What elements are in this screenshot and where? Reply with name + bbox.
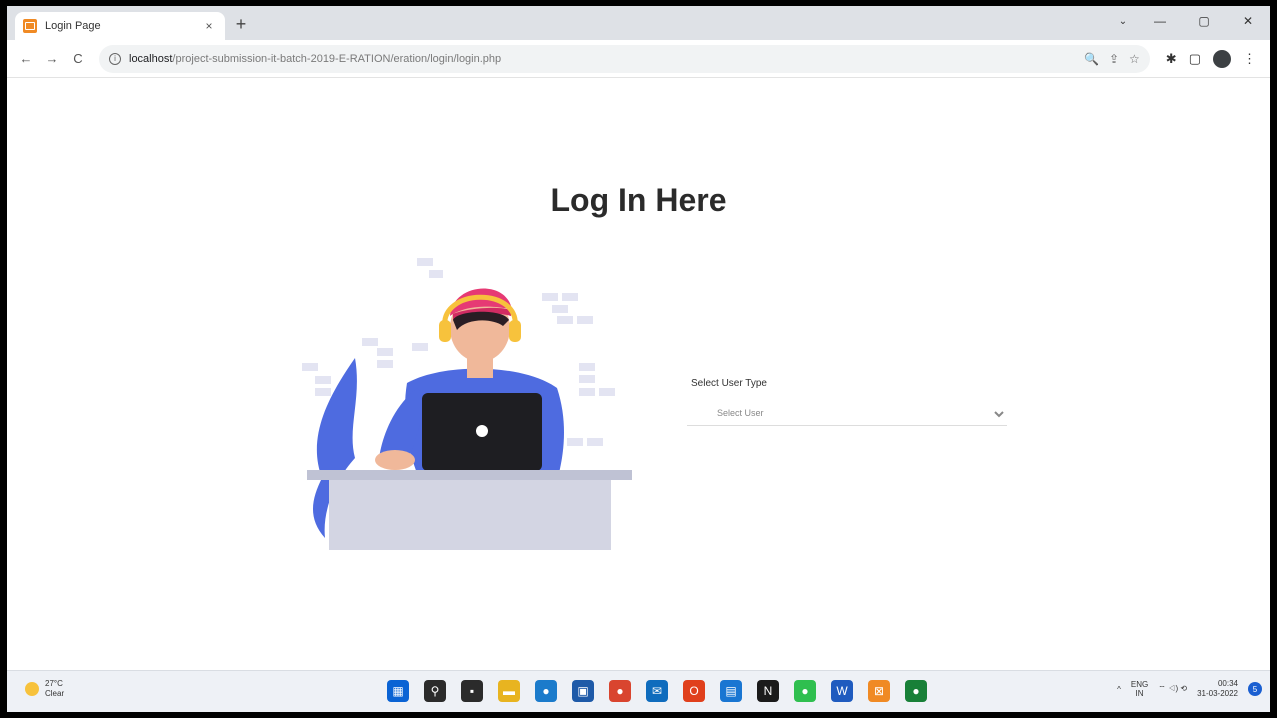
page-title: Log In Here (550, 182, 727, 218)
system-tray: ^ ENG IN ⌔ ◁) ⟲ 00:34 31-03-2022 5 (1117, 679, 1262, 699)
taskbar-store-icon[interactable]: ▣ (572, 680, 594, 702)
login-form: Select User Type Select User (687, 378, 1027, 426)
maximize-button[interactable]: ▢ (1182, 6, 1226, 36)
taskbar-mail-icon[interactable]: ✉ (646, 680, 668, 702)
weather-temperature: 27°C (45, 679, 63, 688)
taskbar-edge-icon[interactable]: ● (535, 680, 557, 702)
profile-avatar-icon[interactable] (1213, 49, 1231, 68)
browser-toolbar: ← → C i localhost/project-submission-it-… (7, 40, 1270, 78)
taskbar-word-icon[interactable]: W (831, 680, 853, 702)
extensions-puzzle-icon[interactable]: ✱ (1166, 51, 1177, 67)
zoom-icon[interactable]: 🔍 (1084, 52, 1099, 66)
taskbar-start-icon[interactable]: ▦ (387, 680, 409, 702)
taskbar-file-explorer-icon[interactable]: ▬ (498, 680, 520, 702)
forward-button[interactable]: → (39, 46, 65, 72)
language-indicator[interactable]: ENG IN (1131, 680, 1148, 698)
minimize-button[interactable]: — (1138, 6, 1182, 36)
tab-close-icon[interactable]: × (201, 19, 217, 33)
browser-tab[interactable]: Login Page × (15, 12, 225, 40)
site-info-icon[interactable]: i (109, 52, 121, 65)
url-host: localhost (129, 52, 173, 65)
weather-sun-icon (25, 682, 39, 696)
tab-title: Login Page (45, 20, 101, 32)
user-type-label: Select User Type (691, 378, 767, 389)
address-bar[interactable]: i localhost/project-submission-it-batch-… (99, 44, 1150, 73)
tray-chevron-icon[interactable]: ^ (1117, 685, 1121, 694)
weather-widget[interactable]: 27°C Clear (25, 679, 64, 699)
region-code: IN (1135, 689, 1144, 698)
clock[interactable]: 00:34 31-03-2022 (1197, 679, 1238, 699)
taskbar-xampp-icon[interactable]: ⊠ (868, 680, 890, 702)
new-tab-button[interactable]: + (231, 14, 251, 34)
back-button[interactable]: ← (13, 46, 39, 72)
language-code: ENG (1130, 680, 1149, 689)
extension-bar: ✱ ▢ ⋮ (1158, 49, 1264, 68)
taskbar-search-icon[interactable]: ⚲ (424, 680, 446, 702)
close-window-button[interactable]: ✕ (1226, 6, 1270, 36)
taskbar-apps: ▦ ⚲ ▪ ▬ ● ▣ ● ✉ O ▤ N ● W ⊠ ● (387, 680, 927, 702)
window-controls: ⌄ — ▢ ✕ (1108, 6, 1270, 36)
menu-kebab-icon[interactable]: ⋮ (1243, 51, 1256, 67)
windows-taskbar: 27°C Clear ▦ ⚲ ▪ ▬ ● ▣ ● ✉ O ▤ N ● W ⊠ ● ^ ENG IN ⌔ ◁)… (7, 670, 1270, 712)
tab-strip: Login Page × + ⌄ — ▢ ✕ (7, 6, 1270, 40)
tab-favicon-icon (23, 19, 37, 33)
bookmark-star-icon[interactable]: ☆ (1129, 52, 1140, 66)
side-panel-icon[interactable]: ▢ (1189, 51, 1201, 67)
page-content: Log In Here Select User Type Select User (7, 78, 1270, 670)
person-at-laptop-illustration (302, 258, 632, 550)
omnibox-actions: 🔍 ⇪ ☆ (1074, 52, 1140, 66)
user-type-select[interactable]: Select User (687, 403, 1007, 426)
clock-time: 00:34 (1217, 679, 1238, 688)
taskbar-task-view-icon[interactable]: ▪ (461, 680, 483, 702)
tab-search-icon[interactable]: ⌄ (1108, 6, 1138, 36)
weather-description: Clear (45, 689, 65, 698)
reload-button[interactable]: C (65, 46, 91, 72)
taskbar-chrome-active-icon[interactable]: ● (905, 680, 927, 702)
network-volume-icons[interactable]: ⌔ ◁) ⟲ (1158, 684, 1187, 694)
share-icon[interactable]: ⇪ (1109, 52, 1119, 66)
notification-badge[interactable]: 5 (1248, 682, 1262, 696)
taskbar-office-icon[interactable]: O (683, 680, 705, 702)
taskbar-netflix-icon[interactable]: N (757, 680, 779, 702)
screen: Login Page × + ⌄ — ▢ ✕ ← → C i localhost… (7, 6, 1270, 712)
taskbar-whatsapp-icon[interactable]: ● (794, 680, 816, 702)
taskbar-chrome-icon[interactable]: ● (609, 680, 631, 702)
url-path: /project-submission-it-batch-2019-E-RATI… (172, 52, 502, 65)
clock-date: 31-03-2022 (1197, 689, 1238, 698)
taskbar-photos-icon[interactable]: ▤ (720, 680, 742, 702)
